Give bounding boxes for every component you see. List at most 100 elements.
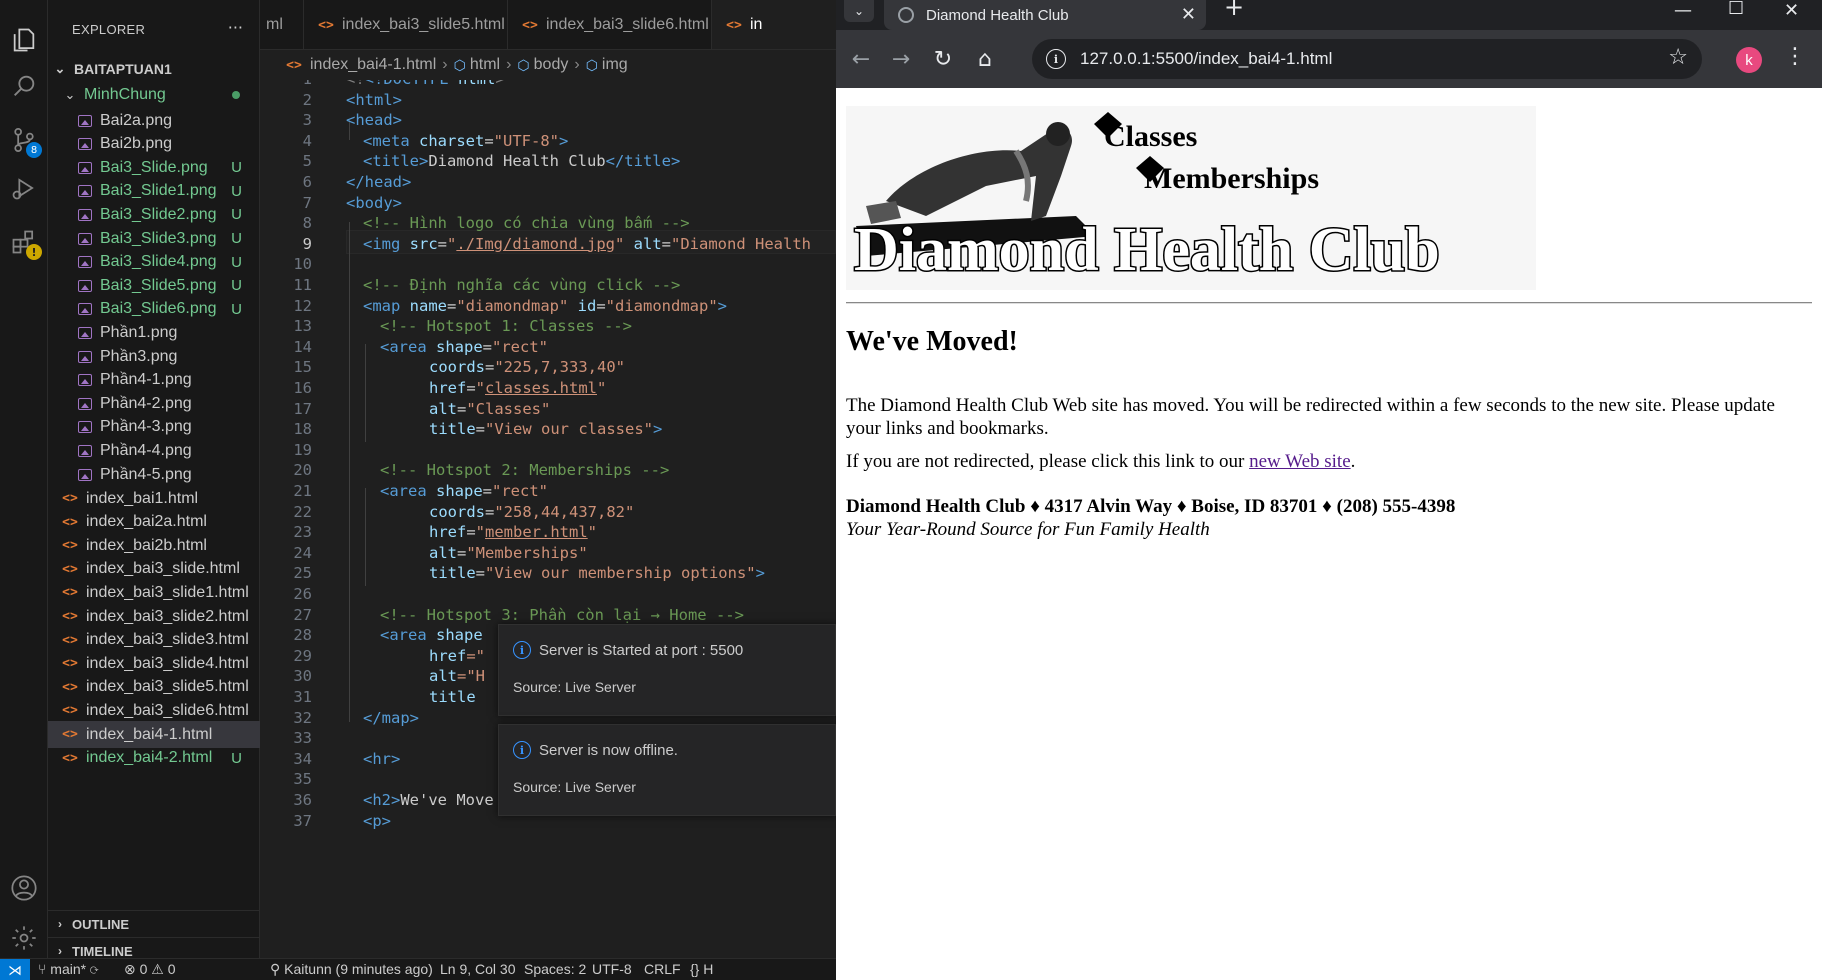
redirect-paragraph: If you are not redirected, please click … <box>846 450 1796 473</box>
tab-bai3-slide6[interactable]: <> index_bai3_slide6.html <box>508 0 712 49</box>
code-line: title <box>429 688 476 706</box>
browser-menu-icon[interactable]: ⋮ <box>1784 44 1806 69</box>
problems-status[interactable]: ⊗ 0 ⚠ 0 <box>124 961 176 978</box>
code-token: > <box>559 131 569 150</box>
folder-minhchung[interactable]: ⌄ MinhChung <box>48 81 260 108</box>
minimize-icon[interactable]: — <box>1674 0 1692 21</box>
browser-tab-active[interactable]: Diamond Health Club ✕ <box>884 0 1206 30</box>
code-line: <!-- Hotspot 1: Classes --> <box>380 317 632 335</box>
chevron-right-icon: › <box>574 56 580 73</box>
profile-avatar[interactable]: k <box>1736 47 1762 73</box>
search-icon[interactable] <box>0 64 48 108</box>
html-file-icon: <> <box>726 17 742 33</box>
branch-status[interactable]: ⑂ main* ⟳ <box>38 961 98 977</box>
file-item[interactable]: Phần4-5.png <box>48 461 260 488</box>
explorer-icon[interactable] <box>0 18 48 62</box>
code-token: = <box>596 296 606 315</box>
code-token: "diamondmap" <box>605 296 718 315</box>
notification-text: Server is now offline. <box>539 741 678 759</box>
new-website-link[interactable]: new Web site <box>1249 451 1351 472</box>
sync-icon: ⟳ <box>86 961 99 977</box>
settings-gear-icon[interactable] <box>0 916 48 960</box>
file-name: index_bai4-2.html <box>86 749 213 767</box>
branch-label: main* <box>50 961 87 977</box>
line-number: 16 <box>293 379 312 397</box>
tab-bai3-slide5[interactable]: <> index_bai3_slide5.html <box>304 0 508 49</box>
html-file-icon: <> <box>62 727 78 742</box>
line-number: 22 <box>293 502 312 521</box>
cursor-position[interactable]: Ln 9, Col 30 <box>440 961 516 977</box>
code-token: shape <box>426 337 483 356</box>
code-token: " <box>587 523 598 542</box>
eol-status[interactable]: CRLF <box>644 961 681 977</box>
image-file-icon <box>78 374 92 387</box>
code-token: alt <box>429 667 457 686</box>
run-debug-icon[interactable] <box>0 166 48 210</box>
notification-server-offline[interactable]: i Server is now offline. Source: Live Ser… <box>498 724 836 816</box>
folder-minhchung-label: MinhChung <box>84 85 166 103</box>
code-token: alt <box>624 234 662 253</box>
extensions-icon[interactable]: ! <box>0 220 48 264</box>
tab-search-button[interactable]: ⌄ <box>844 0 874 22</box>
line-number: 5 <box>302 152 312 171</box>
account-icon[interactable] <box>0 866 48 910</box>
html-file-icon: <> <box>286 57 302 73</box>
line-number: 23 <box>293 523 312 542</box>
reload-icon[interactable]: ↻ <box>928 44 958 74</box>
tab-label: index_bai3_slide6.html <box>546 16 709 33</box>
vscode-window: 8 ! EXPLORER ··· ⌄ BAITAPTUAN1 ⌄ MinhChu… <box>0 0 836 980</box>
code-token: = <box>447 296 457 315</box>
remote-icon[interactable]: ⋊ <box>0 959 30 980</box>
modified-dot-icon <box>232 90 240 99</box>
diamond-logo-image[interactable]: Classes Memberships Diamond Health Club <box>846 106 1536 290</box>
new-tab-button[interactable]: + <box>1224 0 1244 19</box>
explorer-more-button[interactable]: ··· <box>228 18 243 37</box>
git-blame-status[interactable]: ⚲ Kaitunn (9 minutes ago) <box>270 961 433 978</box>
maximize-icon[interactable]: ☐ <box>1728 0 1744 19</box>
code-token: href <box>429 379 467 397</box>
line-number: 35 <box>293 770 312 789</box>
code-token: name <box>400 296 447 315</box>
tab-active-partial[interactable]: <> in <box>712 0 836 49</box>
file-name: Bai3_Slide.png <box>100 158 208 176</box>
source-control-icon[interactable]: 8 <box>0 118 48 162</box>
address-bar[interactable]: i 127.0.0.1:5500/index_bai4-1.html ☆ <box>1032 39 1702 79</box>
indentation-status[interactable]: Spaces: 2 <box>524 961 586 977</box>
image-file-icon <box>78 444 92 457</box>
close-tab-icon[interactable]: ✕ <box>1181 4 1196 25</box>
breadcrumb-file[interactable]: index_bai4-1.html <box>310 56 436 74</box>
folder-root-label: BAITAPTUAN1 <box>74 60 172 77</box>
site-info-icon[interactable]: i <box>1046 49 1066 69</box>
code-token: > <box>653 420 663 439</box>
back-arrow-icon[interactable]: ← <box>846 44 876 74</box>
home-icon[interactable]: ⌂ <box>970 44 1000 74</box>
folder-root[interactable]: ⌄ BAITAPTUAN1 <box>48 55 260 82</box>
code-token: <title> <box>363 152 429 171</box>
breadcrumb-html[interactable]: html <box>470 56 500 74</box>
blame-label: Kaitunn (9 minutes ago) <box>284 961 433 977</box>
code-token: "View our classes" <box>485 420 653 439</box>
logo-memberships-text[interactable]: Memberships <box>1144 162 1319 195</box>
file-name: index_bai2b.html <box>86 536 207 554</box>
language-status[interactable]: {} H <box>690 961 713 977</box>
code-token: member.html <box>485 523 588 542</box>
code-token: = <box>457 543 467 562</box>
file-name: Phần4-5.png <box>100 465 192 483</box>
encoding-status[interactable]: UTF-8 <box>592 961 632 977</box>
file-item[interactable]: <> index_bai4-2.html U <box>48 745 260 772</box>
breadcrumb-img[interactable]: img <box>602 56 628 74</box>
bookmark-star-icon[interactable]: ☆ <box>1668 45 1688 70</box>
logo-classes-text[interactable]: Classes <box>1104 120 1197 153</box>
notification-server-started[interactable]: i Server is Started at port : 5500 Source… <box>498 624 836 716</box>
code-line: <head> <box>346 111 402 129</box>
outline-section[interactable]: › OUTLINE <box>48 910 260 937</box>
forward-arrow-icon[interactable]: → <box>886 44 916 74</box>
tab-partial-left[interactable]: ml <box>260 0 304 49</box>
image-file-icon <box>78 397 92 410</box>
line-number: 17 <box>293 399 312 418</box>
code-editor[interactable]: 1234567891011121314151617181920212223242… <box>260 80 836 954</box>
close-window-icon[interactable]: ✕ <box>1784 0 1799 21</box>
code-line: <title>Diamond Health Club</title> <box>363 152 680 170</box>
code-token: <map <box>363 296 401 315</box>
breadcrumb-body[interactable]: body <box>534 56 569 74</box>
